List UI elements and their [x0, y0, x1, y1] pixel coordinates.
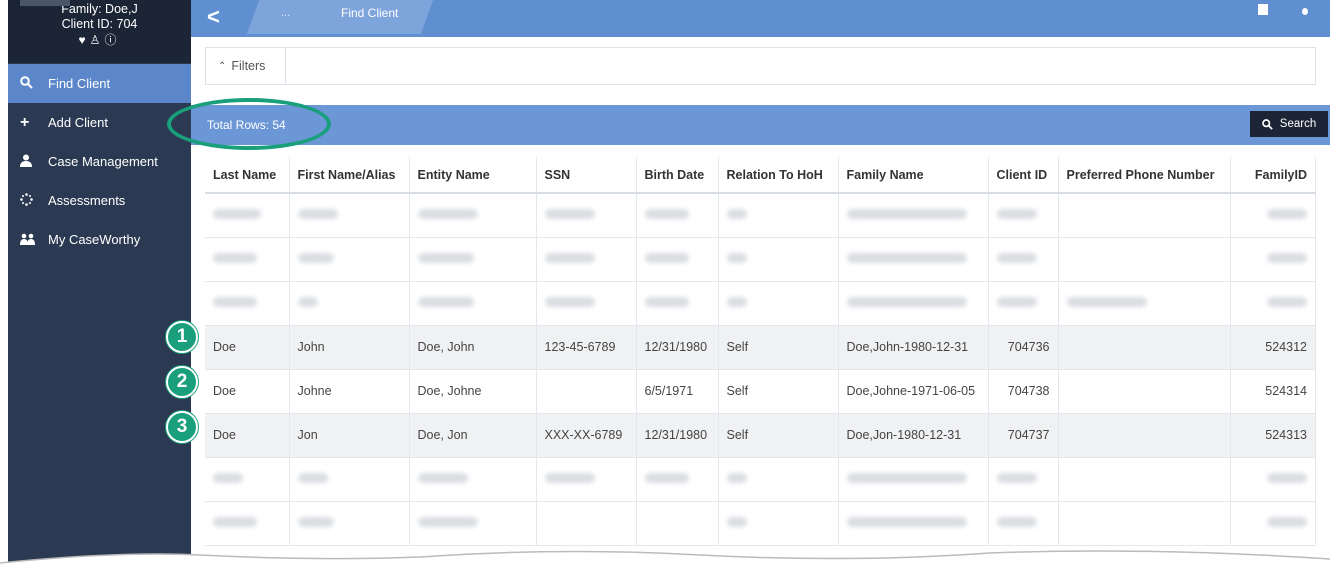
- spinner-icon: [20, 192, 48, 209]
- user-menu-icon[interactable]: [1302, 8, 1308, 15]
- client-results-table: Last Name First Name/Alias Entity Name S…: [205, 157, 1316, 546]
- sidebar-item-assessments[interactable]: Assessments: [8, 181, 191, 220]
- client-name-redacted: [20, 0, 70, 6]
- sidebar-item-label: Find Client: [48, 76, 111, 91]
- column-header[interactable]: Preferred Phone Number: [1058, 157, 1231, 194]
- table-row-blurred[interactable]: [205, 237, 1316, 282]
- filters-panel: ⌃ Filters: [205, 47, 1316, 85]
- cell-first-name: Jon: [289, 413, 410, 458]
- sidebar-item-find-client[interactable]: Find Client: [8, 64, 191, 103]
- table-row-blurred[interactable]: [205, 193, 1316, 238]
- table-row[interactable]: Doe Johne Doe, Johne 6/5/1971 Self Doe,J…: [205, 369, 1316, 414]
- column-header[interactable]: SSN: [536, 157, 637, 194]
- cell-last-name: Doe: [205, 325, 290, 370]
- search-button[interactable]: Search: [1250, 111, 1328, 137]
- sidebar: Family: Doe,J Client ID: 704 ♥♙ⓘ Find Cl…: [8, 0, 191, 569]
- client-id: Client ID: 704: [61, 17, 138, 31]
- cell-birth-date: 12/31/1980: [636, 325, 719, 370]
- column-header[interactable]: Entity Name: [409, 157, 537, 194]
- results-bar: Total Rows: 54 Search: [191, 105, 1330, 145]
- cell-birth-date: 6/5/1971: [636, 369, 719, 414]
- search-label: Search: [1279, 118, 1317, 130]
- client-summary: Family: Doe,J Client ID: 704 ♥♙ⓘ: [8, 0, 191, 63]
- cell-phone: [1058, 413, 1231, 458]
- cell-relation: Self: [718, 325, 839, 370]
- cell-ssn: 123-45-6789: [536, 325, 637, 370]
- cell-ssn: XXX-XX-6789: [536, 413, 637, 458]
- cell-family-id: 524314: [1230, 369, 1316, 414]
- table-header-row: Last Name First Name/Alias Entity Name S…: [205, 157, 1316, 194]
- sidebar-item-label: Add Client: [48, 115, 108, 130]
- cell-first-name: Johne: [289, 369, 410, 414]
- filters-toggle[interactable]: ⌃ Filters: [206, 48, 286, 84]
- user-icon: [20, 154, 48, 170]
- cell-client-id: 704736: [988, 325, 1059, 370]
- cell-family-name: Doe,John-1980-12-31: [838, 325, 989, 370]
- cell-client-id: 704738: [988, 369, 1059, 414]
- chevron-up-icon: ⌃: [218, 60, 227, 72]
- column-header[interactable]: Last Name: [205, 157, 290, 194]
- heart-icon[interactable]: ♥: [79, 33, 90, 47]
- table-row-blurred[interactable]: [205, 501, 1316, 546]
- annotation-badge-1: 1: [166, 321, 198, 353]
- search-icon: [20, 75, 48, 92]
- annotation-badge-3: 3: [166, 411, 198, 443]
- annotation-badge-2: 2: [166, 366, 198, 398]
- table-row[interactable]: Doe Jon Doe, Jon XXX-XX-6789 12/31/1980 …: [205, 413, 1316, 458]
- cell-client-id: 704737: [988, 413, 1059, 458]
- cell-family-id: 524313: [1230, 413, 1316, 458]
- filters-label: Filters: [231, 59, 266, 73]
- sidebar-item-add-client[interactable]: + Add Client: [8, 103, 191, 142]
- client-status-icons: ♥♙ⓘ: [8, 33, 191, 48]
- cell-relation: Self: [718, 369, 839, 414]
- cell-entity-name: Doe, Jon: [409, 413, 537, 458]
- sidebar-item-label: Assessments: [48, 193, 126, 208]
- sidebar-item-label: Case Management: [48, 154, 158, 169]
- table-row[interactable]: Doe John Doe, John 123-45-6789 12/31/198…: [205, 325, 1316, 370]
- column-header[interactable]: Relation To HoH: [718, 157, 839, 194]
- info-icon[interactable]: ⓘ: [104, 33, 120, 47]
- sidebar-item-label: My CaseWorthy: [48, 232, 141, 247]
- cell-family-name: Doe,Jon-1980-12-31: [838, 413, 989, 458]
- cell-last-name: Doe: [205, 369, 290, 414]
- cell-entity-name: Doe, Johne: [409, 369, 537, 414]
- person-icon[interactable]: ♙: [90, 33, 105, 47]
- table-row-blurred[interactable]: [205, 281, 1316, 326]
- cell-relation: Self: [718, 413, 839, 458]
- cell-last-name: Doe: [205, 413, 290, 458]
- column-header[interactable]: FamilyID: [1230, 157, 1316, 194]
- torn-edge-decoration: [0, 550, 1330, 569]
- plus-icon: +: [20, 113, 30, 131]
- cell-phone: [1058, 369, 1231, 414]
- column-header[interactable]: Birth Date: [636, 157, 719, 194]
- cell-birth-date: 12/31/1980: [636, 413, 719, 458]
- cell-ssn: [536, 369, 637, 414]
- column-header[interactable]: Family Name: [838, 157, 989, 194]
- sidebar-item-my-caseworthy[interactable]: My CaseWorthy: [8, 220, 191, 259]
- cell-phone: [1058, 325, 1231, 370]
- highlight-annotation: [167, 98, 331, 150]
- back-arrow-icon[interactable]: <: [207, 4, 220, 30]
- notes-icon[interactable]: [1258, 4, 1268, 15]
- cell-family-name: Doe,Johne-1971-06-05: [838, 369, 989, 414]
- sidebar-item-case-management[interactable]: Case Management: [8, 142, 191, 181]
- search-icon: [1261, 118, 1273, 130]
- table-row-blurred[interactable]: [205, 457, 1316, 502]
- column-header[interactable]: Client ID: [988, 157, 1059, 194]
- column-header[interactable]: First Name/Alias: [289, 157, 410, 194]
- cell-first-name: John: [289, 325, 410, 370]
- breadcrumb-current-label: Find Client: [341, 6, 399, 20]
- users-icon: [20, 232, 48, 248]
- cell-family-id: 524312: [1230, 325, 1316, 370]
- breadcrumb-previous-label: ...: [281, 7, 291, 19]
- top-bar: < ... Find Client: [191, 0, 1330, 37]
- cell-entity-name: Doe, John: [409, 325, 537, 370]
